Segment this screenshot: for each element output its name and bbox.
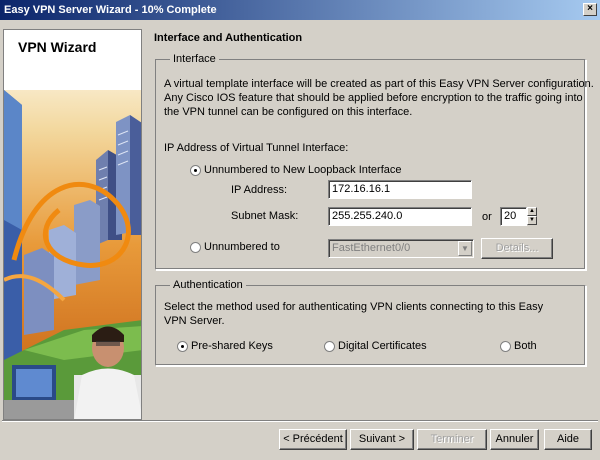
page-title: Interface and Authentication <box>154 32 303 44</box>
help-button[interactable]: Aide <box>544 429 592 450</box>
interface-select[interactable]: FastEthernet0/0 ▼ <box>328 239 474 258</box>
or-label: or <box>482 211 492 223</box>
prefix-input[interactable]: 20 <box>500 207 527 226</box>
spin-down-icon[interactable]: ▼ <box>527 216 537 225</box>
preshared-keys-radio[interactable] <box>177 341 188 352</box>
ip-address-label: IP Address: <box>231 184 288 196</box>
chevron-down-icon[interactable]: ▼ <box>458 241 472 256</box>
wizard-sidebar: VPN Wizard <box>3 29 142 420</box>
next-button[interactable]: Suivant > <box>350 429 414 450</box>
interface-select-value: FastEthernet0/0 <box>332 242 411 254</box>
both-label[interactable]: Both <box>514 339 537 353</box>
ip-section-label: IP Address of Virtual Tunnel Interface: <box>164 142 349 154</box>
authentication-description-line-1: Select the method used for authenticatin… <box>164 301 544 313</box>
sidebar-title: VPN Wizard <box>18 39 97 55</box>
preshared-keys-label[interactable]: Pre-shared Keys <box>191 339 273 353</box>
loopback-radio[interactable] <box>190 165 201 176</box>
footer-divider <box>2 420 598 422</box>
cancel-button[interactable]: Annuler <box>490 429 539 450</box>
interface-description-line-2: Any Cisco IOS feature that should be app… <box>164 92 583 104</box>
window-title: Easy VPN Server Wizard - 10% Complete <box>4 4 217 16</box>
close-icon: × <box>587 3 593 14</box>
unnumbered-radio[interactable] <box>190 242 201 253</box>
spin-up-icon[interactable]: ▲ <box>527 207 537 216</box>
interface-description-line-1: A virtual template interface will be cre… <box>164 78 594 90</box>
subnet-mask-input[interactable]: 255.255.240.0 <box>328 207 472 226</box>
interface-legend: Interface <box>170 53 219 65</box>
both-radio[interactable] <box>500 341 511 352</box>
digital-certificates-radio[interactable] <box>324 341 335 352</box>
back-button[interactable]: < Précédent <box>279 429 347 450</box>
close-button[interactable]: × <box>583 3 597 16</box>
prefix-spinner[interactable]: ▲ ▼ <box>527 207 537 226</box>
subnet-mask-label: Subnet Mask: <box>231 210 299 222</box>
loopback-label[interactable]: Unnumbered to New Loopback Interface <box>204 163 402 177</box>
unnumbered-label[interactable]: Unnumbered to <box>204 240 280 254</box>
authentication-legend: Authentication <box>170 279 246 291</box>
details-button[interactable]: Details... <box>481 238 553 259</box>
finish-button[interactable]: Terminer <box>417 429 487 450</box>
interface-description-line-3: the VPN tunnel can be configured on this… <box>164 106 413 118</box>
window-titlebar: Easy VPN Server Wizard - 10% Complete × <box>0 0 600 20</box>
wizard-illustration <box>4 30 141 419</box>
digital-certificates-label[interactable]: Digital Certificates <box>338 339 427 353</box>
authentication-description-line-2: VPN Server. <box>164 315 225 327</box>
ip-address-input[interactable]: 172.16.16.1 <box>328 180 472 199</box>
